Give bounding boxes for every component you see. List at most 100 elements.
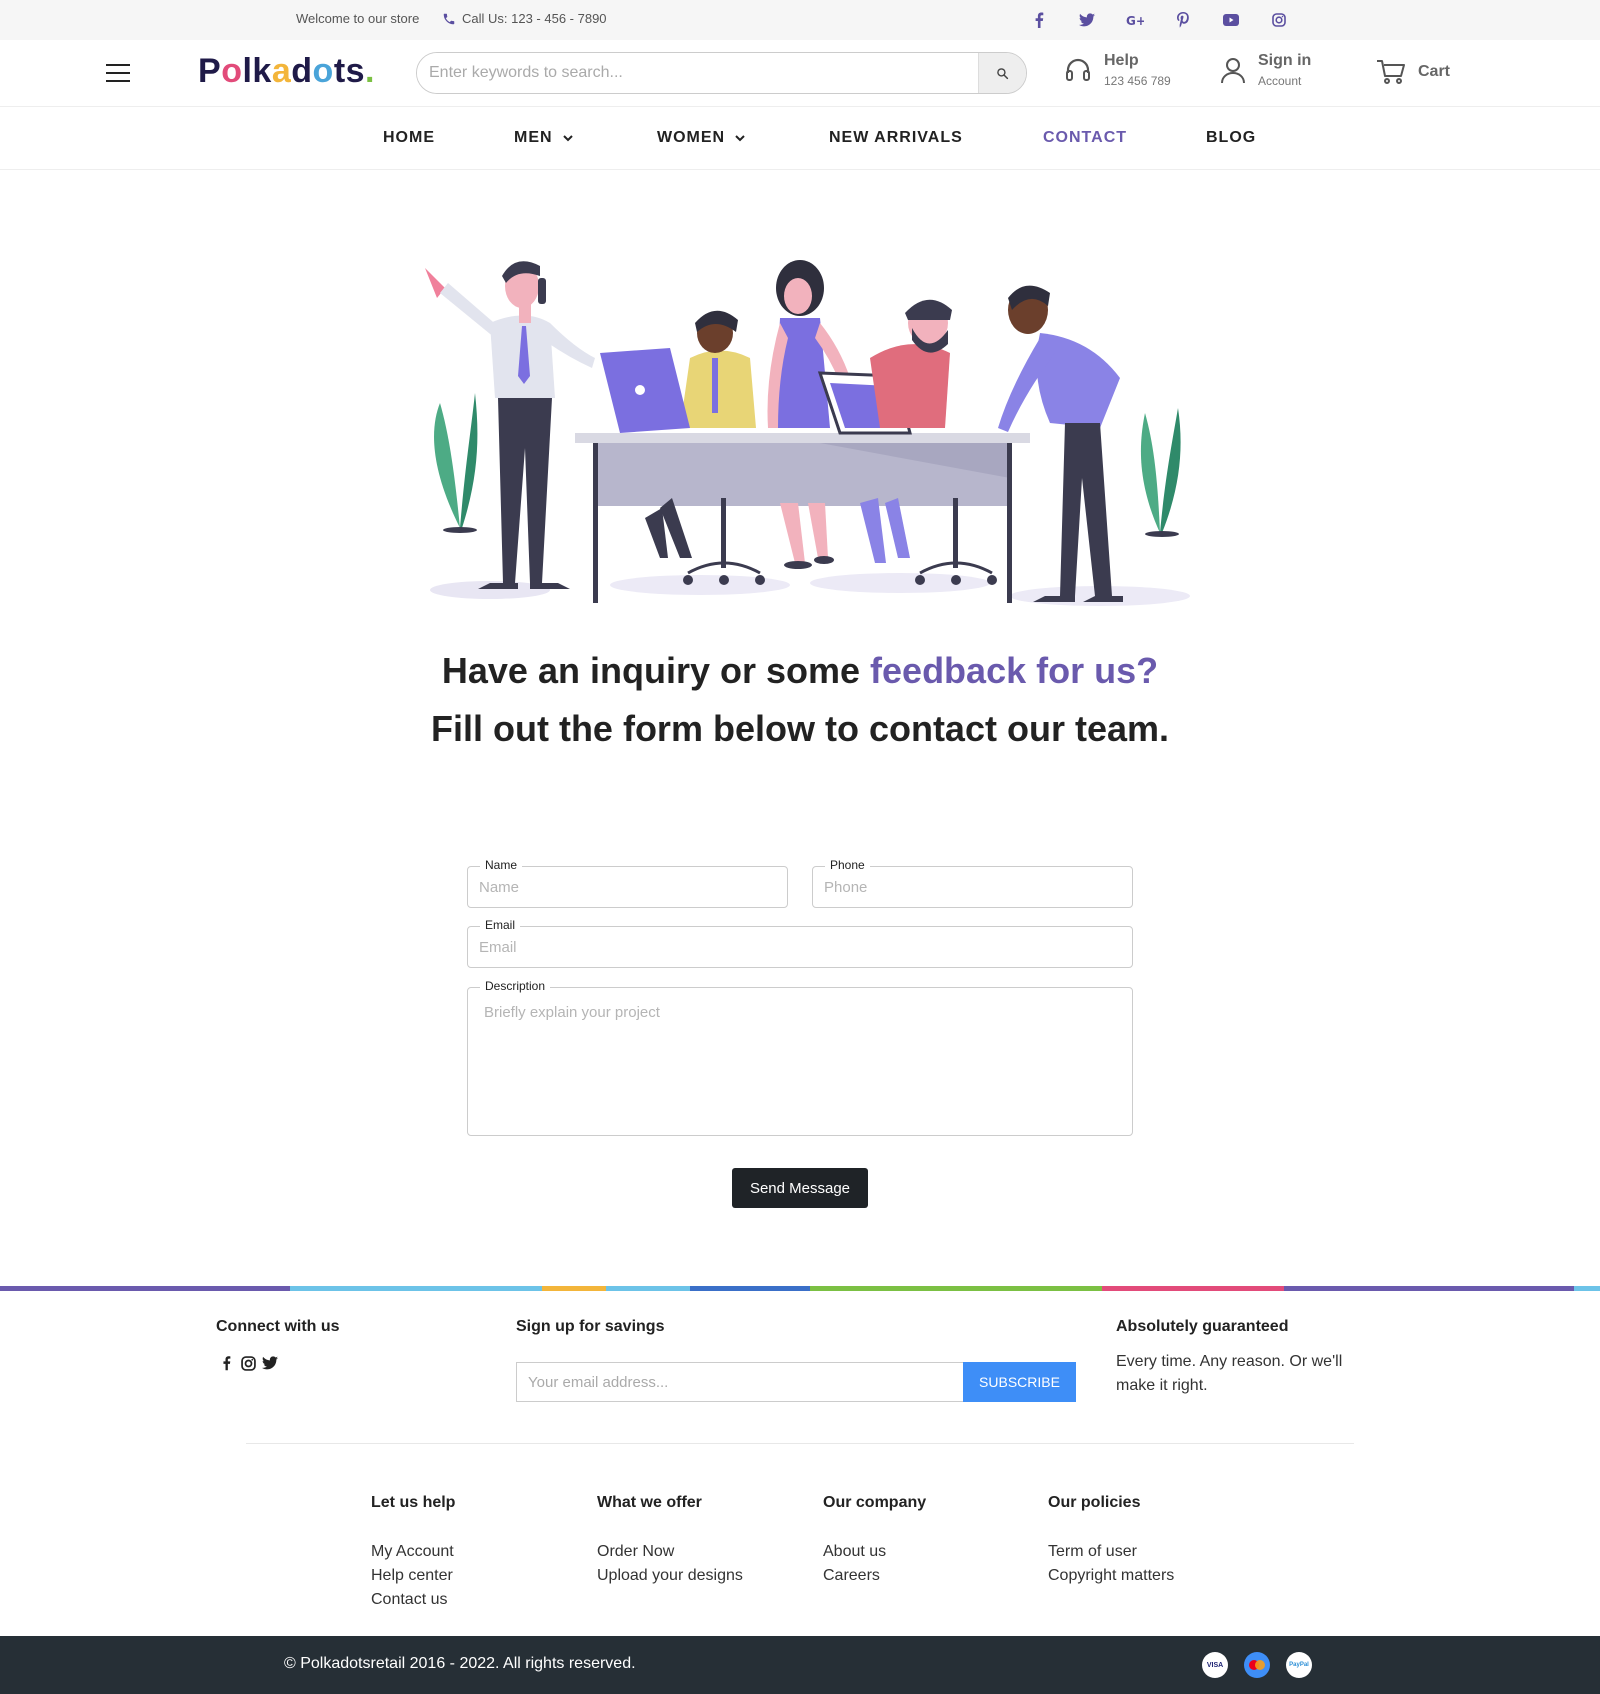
cart-icon bbox=[1377, 60, 1405, 84]
google-plus-icon[interactable]: G+ bbox=[1126, 11, 1144, 29]
svg-text:G+: G+ bbox=[1126, 14, 1144, 26]
footer-col-title: What we offer bbox=[597, 1494, 702, 1511]
facebook-icon[interactable] bbox=[218, 1355, 234, 1371]
phone-input[interactable] bbox=[813, 867, 1132, 907]
user-icon bbox=[1221, 58, 1245, 84]
hero-headline-text: Have an inquiry or some bbox=[441, 650, 871, 691]
phone-label: Phone bbox=[825, 858, 870, 872]
help-block[interactable]: Help 123 456 789 bbox=[1064, 52, 1171, 88]
help-title: Help bbox=[1104, 52, 1139, 69]
footer-link-about-us[interactable]: About us bbox=[823, 1540, 926, 1564]
email-label: Email bbox=[480, 918, 521, 932]
instagram-icon[interactable] bbox=[1270, 11, 1288, 29]
email-input[interactable] bbox=[468, 927, 1132, 967]
nav-women-label: WOMEN bbox=[657, 129, 726, 146]
footer-link-careers[interactable]: Careers bbox=[823, 1564, 926, 1588]
name-field: Name bbox=[467, 858, 788, 908]
search-input[interactable] bbox=[417, 53, 978, 93]
search-bar bbox=[416, 52, 1027, 94]
hero-subline: Fill out the form below to contact our t… bbox=[430, 708, 1170, 749]
paypal-icon: PayPal bbox=[1286, 1652, 1312, 1678]
search-button[interactable] bbox=[978, 53, 1026, 93]
footer-col-offer: What we offer Order Now Upload your desi… bbox=[597, 1494, 743, 1588]
description-textarea[interactable] bbox=[468, 988, 1132, 1135]
nav-new-arrivals-label: NEW ARRIVALS bbox=[829, 129, 963, 146]
footer-col-help: Let us help My Account Help center Conta… bbox=[371, 1494, 455, 1612]
nav-men-label: MEN bbox=[514, 129, 553, 146]
chevron-down-icon bbox=[735, 135, 745, 142]
facebook-icon[interactable] bbox=[1030, 11, 1048, 29]
cart-block[interactable]: Cart bbox=[1376, 58, 1450, 86]
footer-col-title: Our company bbox=[823, 1494, 927, 1511]
nav-new-arrivals[interactable]: NEW ARRIVALS bbox=[829, 129, 963, 147]
payment-icons: VISA PayPal bbox=[1202, 1652, 1312, 1678]
email-field: Email bbox=[467, 918, 1133, 968]
nav-contact-label: CONTACT bbox=[1043, 129, 1128, 146]
search-icon bbox=[997, 67, 1009, 79]
pinterest-icon[interactable] bbox=[1174, 11, 1192, 29]
name-label: Name bbox=[480, 858, 523, 872]
copyright-text: © Polkadotsretail 2016 - 2022. All right… bbox=[284, 1655, 636, 1672]
phone-icon bbox=[443, 13, 455, 24]
guarantee-text: Every time. Any reason. Or we'll make it… bbox=[1116, 1353, 1343, 1394]
hero-headline-accent: feedback for us? bbox=[870, 650, 1159, 691]
subscribe-button[interactable]: SUBSCRIBE bbox=[963, 1362, 1076, 1402]
name-input[interactable] bbox=[468, 867, 787, 907]
nav-home[interactable]: HOME bbox=[383, 129, 435, 147]
signin-sub: Account bbox=[1258, 74, 1302, 88]
call-text: Call Us: 123 - 456 - 7890 bbox=[462, 11, 607, 26]
footer-col-title: Our policies bbox=[1048, 1494, 1141, 1511]
footer-col-title: Let us help bbox=[371, 1494, 456, 1511]
footer-link-upload-designs[interactable]: Upload your designs bbox=[597, 1564, 743, 1588]
nav-contact[interactable]: CONTACT bbox=[1043, 129, 1127, 147]
footer-link-copyright[interactable]: Copyright matters bbox=[1048, 1564, 1174, 1588]
footer-link-contact-us[interactable]: Contact us bbox=[371, 1588, 455, 1612]
site-logo[interactable]: Polkadots. bbox=[198, 52, 375, 91]
color-strip bbox=[0, 1286, 1600, 1291]
guarantee-title: Absolutely guaranteed bbox=[1116, 1318, 1289, 1335]
header: Polkadots. Help 123 456 789 Sign in Acco… bbox=[0, 40, 1600, 106]
footer-link-help-center[interactable]: Help center bbox=[371, 1564, 455, 1588]
hero-headline: Have an inquiry or some feedback for us? bbox=[0, 650, 1600, 692]
top-bar: Welcome to our store Call Us: 123 - 456 … bbox=[0, 0, 1600, 40]
footer-link-my-account[interactable]: My Account bbox=[371, 1540, 455, 1564]
menu-icon[interactable] bbox=[106, 64, 130, 82]
footer-link-order-now[interactable]: Order Now bbox=[597, 1540, 743, 1564]
footer-link-terms[interactable]: Term of user bbox=[1048, 1540, 1174, 1564]
instagram-icon[interactable] bbox=[240, 1355, 256, 1371]
headset-icon bbox=[1066, 58, 1090, 81]
top-socials: G+ bbox=[1030, 11, 1288, 29]
newsletter-email-input[interactable] bbox=[517, 1363, 963, 1401]
team-illustration bbox=[425, 260, 1190, 606]
nav-blog-label: BLOG bbox=[1206, 129, 1257, 146]
mastercard-icon bbox=[1244, 1652, 1270, 1678]
nav-home-label: HOME bbox=[383, 129, 435, 146]
footer-col-company: Our company About us Careers bbox=[823, 1494, 926, 1588]
description-label: Description bbox=[480, 979, 551, 993]
nav-blog[interactable]: BLOG bbox=[1206, 129, 1256, 147]
main-nav: HOME MEN WOMEN NEW ARRIVALS CONTACT BLOG bbox=[0, 106, 1600, 170]
subscribe-form: SUBSCRIBE bbox=[516, 1362, 1076, 1402]
twitter-icon[interactable] bbox=[1078, 11, 1096, 29]
footer-socials bbox=[218, 1355, 278, 1371]
visa-icon: VISA bbox=[1202, 1652, 1228, 1678]
youtube-icon[interactable] bbox=[1222, 11, 1240, 29]
call-info: Call Us: 123 - 456 - 7890 bbox=[442, 11, 607, 26]
phone-field: Phone bbox=[812, 858, 1133, 908]
footer-divider bbox=[246, 1443, 1354, 1444]
bottom-bar: © Polkadotsretail 2016 - 2022. All right… bbox=[0, 1636, 1600, 1694]
chevron-down-icon bbox=[562, 135, 573, 142]
nav-women[interactable]: WOMEN bbox=[657, 129, 745, 147]
nav-men[interactable]: MEN bbox=[514, 129, 573, 147]
footer-col-policies: Our policies Term of user Copyright matt… bbox=[1048, 1494, 1174, 1588]
signin-title: Sign in bbox=[1258, 52, 1312, 69]
help-phone: 123 456 789 bbox=[1104, 74, 1171, 88]
cart-label: Cart bbox=[1418, 63, 1451, 80]
connect-title: Connect with us bbox=[216, 1318, 340, 1335]
description-field: Description bbox=[467, 979, 1133, 1136]
signup-title: Sign up for savings bbox=[516, 1318, 665, 1335]
send-message-button[interactable]: Send Message bbox=[732, 1168, 868, 1208]
twitter-icon[interactable] bbox=[262, 1355, 278, 1371]
welcome-text: Welcome to our store bbox=[296, 11, 420, 26]
signin-block[interactable]: Sign in Account bbox=[1220, 52, 1311, 88]
